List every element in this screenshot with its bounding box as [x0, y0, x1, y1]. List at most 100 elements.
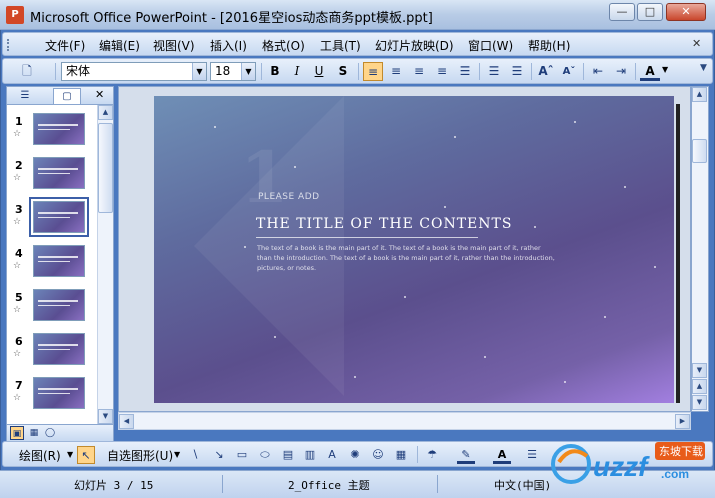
slide-body-text[interactable]: The text of a book is the main part of i…	[257, 243, 557, 273]
slide-number: 3	[15, 203, 23, 216]
font-size-select[interactable]: 18 ▼	[210, 62, 256, 81]
slide-number: 2	[15, 159, 23, 172]
decrease-indent-icon[interactable]: ⇤	[588, 62, 608, 81]
picture-icon[interactable]: ▦	[392, 446, 410, 464]
clipart-icon[interactable]: ☺	[369, 446, 387, 464]
theme-name: 2_Office 主题	[288, 479, 370, 492]
minimize-button[interactable]: —	[609, 3, 635, 21]
thumbnail-text-line	[38, 217, 70, 218]
thumbnail-text-line	[38, 173, 70, 174]
fill-color-icon[interactable]: ☂	[423, 446, 441, 464]
maximize-button[interactable]: □	[637, 3, 663, 21]
increase-font-icon[interactable]: Aˆ	[536, 62, 556, 81]
thumbnail-text-line	[38, 305, 70, 306]
slide-thumbnail[interactable]	[33, 377, 85, 409]
columns-icon[interactable]: ☰	[455, 62, 475, 81]
textbox-icon[interactable]: ▤	[279, 446, 297, 464]
oval-icon[interactable]: ⬭	[256, 446, 274, 464]
menu-edit[interactable]: 编辑(E)	[99, 37, 140, 54]
arrow-icon[interactable]: ↘	[210, 446, 228, 464]
scroll-up-button[interactable]: ▲	[692, 87, 707, 102]
slideshow-icon[interactable]: ◯	[43, 426, 57, 440]
thumbnail-text-line	[38, 393, 70, 394]
shadow-button[interactable]: S	[333, 62, 353, 81]
diagram-icon[interactable]: ✺	[346, 446, 364, 464]
animation-star-icon: ☆	[13, 261, 22, 271]
thumbnail-text-line	[38, 349, 70, 350]
line-style-icon[interactable]: ☰	[523, 446, 541, 464]
normal-view-icon[interactable]: ▣	[10, 426, 24, 440]
scroll-left-button[interactable]: ◀	[119, 414, 134, 429]
font-color-icon[interactable]: A	[493, 446, 511, 464]
outline-tab[interactable]: ☰	[11, 88, 39, 104]
line-icon[interactable]: ∖	[186, 446, 204, 464]
toolbar-separator	[583, 63, 584, 80]
vertical-scrollbar[interactable]: ▲ ▼ ▲ ▼	[691, 86, 709, 412]
slide-thumbnail[interactable]	[33, 245, 85, 277]
slide-thumbnail[interactable]	[29, 197, 89, 237]
slide-number: 7	[15, 379, 23, 392]
distribute-icon[interactable]: ≡	[432, 62, 452, 81]
chevron-down-icon[interactable]: ▼	[662, 65, 668, 74]
menu-insert[interactable]: 插入(I)	[210, 37, 247, 54]
bold-button[interactable]: B	[265, 62, 285, 81]
italic-button[interactable]: I	[287, 62, 307, 81]
font-select[interactable]: 宋体 ▼	[61, 62, 207, 81]
menu-slideshow[interactable]: 幻灯片放映(D)	[375, 37, 454, 54]
star-dot	[444, 206, 446, 208]
menu-format[interactable]: 格式(O)	[262, 37, 305, 54]
align-left-icon[interactable]: ≡	[363, 62, 383, 81]
slide-sorter-icon[interactable]: ▦	[27, 426, 41, 440]
rectangle-icon[interactable]: ▭	[233, 446, 251, 464]
menu-help[interactable]: 帮助(H)	[528, 37, 570, 54]
menu-window[interactable]: 窗口(W)	[468, 37, 513, 54]
slide-title[interactable]: THE TITLE OF THE CONTENTS	[256, 216, 512, 232]
slides-tab[interactable]: ▢	[53, 88, 81, 104]
increase-indent-icon[interactable]: ⇥	[611, 62, 631, 81]
previous-slide-button[interactable]: ▲	[692, 379, 707, 394]
menu-tools[interactable]: 工具(T)	[320, 37, 361, 54]
scroll-up-button[interactable]: ▲	[98, 105, 113, 120]
align-right-icon[interactable]: ≡	[409, 62, 429, 81]
close-button[interactable]: ✕	[666, 3, 706, 21]
slide-thumbnail[interactable]	[33, 113, 85, 145]
status-separator	[222, 475, 223, 493]
toolbar-options-icon[interactable]: ▼	[700, 63, 707, 73]
please-add-text[interactable]: PLEASE ADD	[258, 192, 320, 202]
scroll-thumb[interactable]	[692, 139, 707, 163]
star-dot	[454, 136, 456, 138]
close-doc-icon[interactable]: ✕	[692, 37, 701, 50]
draw-menu[interactable]: 绘图(R)	[19, 447, 61, 464]
scroll-right-button[interactable]: ▶	[675, 414, 690, 429]
slide-thumbnail[interactable]	[33, 333, 85, 365]
watermark-cn: 东坡下载	[659, 445, 703, 458]
vertical-textbox-icon[interactable]: ▥	[301, 446, 319, 464]
new-doc-icon[interactable]: 🗋	[17, 62, 37, 81]
scroll-down-button[interactable]: ▼	[692, 363, 707, 378]
line-color-icon[interactable]: ✎	[457, 446, 475, 464]
slide-thumbnail[interactable]	[33, 289, 85, 321]
close-pane-icon[interactable]: ✕	[95, 88, 104, 101]
animation-star-icon: ☆	[13, 305, 22, 315]
numbering-icon[interactable]: ☰	[484, 62, 504, 81]
star-dot	[574, 121, 576, 123]
horizontal-scrollbar[interactable]: ◀ ▶	[118, 412, 691, 430]
menu-view[interactable]: 视图(V)	[153, 37, 195, 54]
current-slide[interactable]: 1 PLEASE ADD THE TITLE OF THE CONTENTS T…	[154, 96, 674, 403]
bullets-icon[interactable]: ☰	[507, 62, 527, 81]
autoshapes-menu[interactable]: 自选图形(U)	[107, 447, 173, 464]
select-pointer-icon[interactable]: ↖	[77, 446, 95, 464]
scroll-thumb[interactable]	[98, 123, 113, 213]
font-color-button[interactable]: A	[640, 62, 660, 81]
underline-button[interactable]: U	[309, 62, 329, 81]
site-watermark-logo: uzzf 东坡下载 .com	[551, 442, 705, 484]
align-center-icon[interactable]: ≡	[386, 62, 406, 81]
menu-file[interactable]: 文件(F)	[45, 37, 85, 54]
scroll-down-button[interactable]: ▼	[98, 409, 113, 424]
thumbnail-scrollbar[interactable]: ▲ ▼	[97, 105, 113, 425]
animation-star-icon: ☆	[13, 349, 22, 359]
next-slide-button[interactable]: ▼	[692, 395, 707, 410]
slide-thumbnail[interactable]	[33, 157, 85, 189]
decrease-font-icon[interactable]: Aˇ	[559, 62, 579, 81]
wordart-icon[interactable]: A	[323, 446, 341, 464]
